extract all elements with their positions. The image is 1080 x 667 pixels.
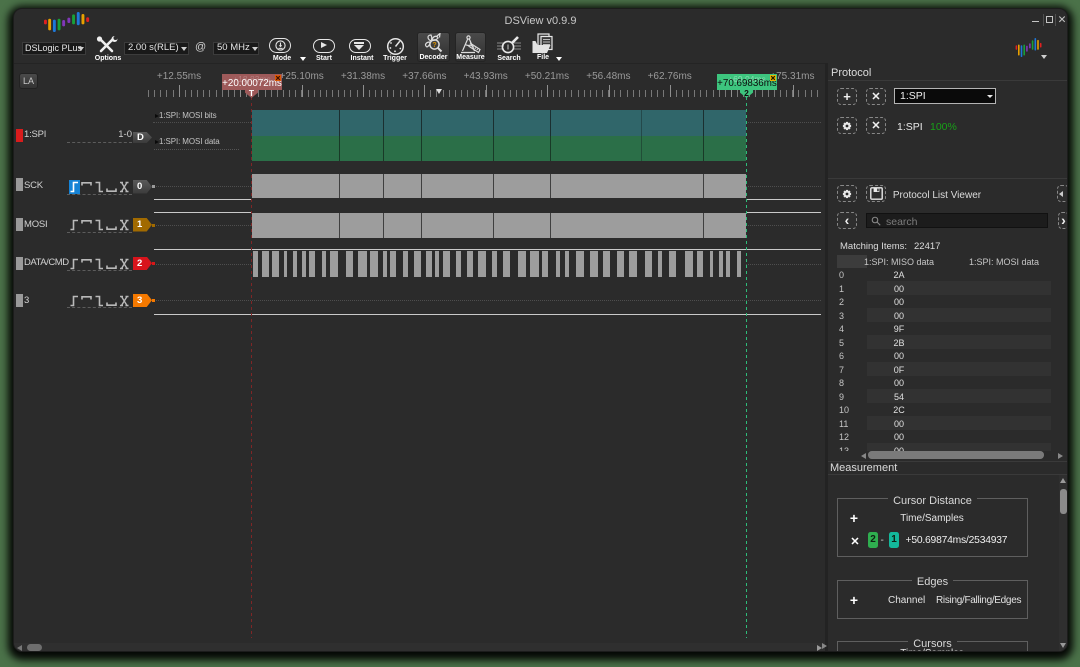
svg-text:?: ? xyxy=(432,42,436,49)
